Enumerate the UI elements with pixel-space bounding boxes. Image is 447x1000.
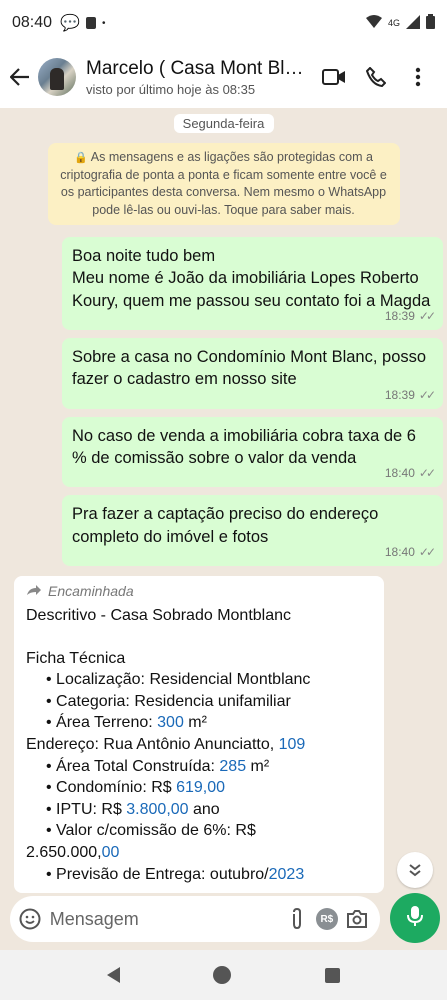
signal-icon bbox=[406, 14, 420, 32]
read-ticks-icon: ✓✓ bbox=[418, 466, 436, 481]
forwarded-text: Encaminhada bbox=[48, 583, 134, 600]
area-terreno-label: • Área Terreno: bbox=[46, 714, 158, 732]
message-time: 18:40 bbox=[384, 544, 415, 559]
read-ticks-icon: ✓✓ bbox=[418, 387, 436, 402]
message-composer: R$ bbox=[10, 896, 380, 942]
iptu-label: • IPTU: R$ bbox=[46, 800, 127, 818]
message-time: 18:39 bbox=[384, 387, 415, 402]
endereco-line: Endereço: Rua Antônio Anunciatto, 109 bbox=[26, 734, 374, 756]
outgoing-message[interactable]: Sobre a casa no Condomínio Mont Blanc, p… bbox=[62, 337, 443, 409]
categoria-line: • Categoria: Residencia unifamiliar bbox=[46, 692, 291, 710]
read-ticks-icon: ✓✓ bbox=[418, 308, 436, 323]
iptu-unit: ano bbox=[188, 800, 220, 818]
system-navigation-bar bbox=[0, 950, 447, 1000]
contact-name: Marcelo ( Casa Mont Bla... bbox=[86, 57, 306, 79]
previsao-line: • Previsão de Entrega: outubro/2023 bbox=[26, 864, 374, 886]
notification-icons: 💬 • bbox=[60, 13, 105, 33]
network-type: 4G bbox=[387, 18, 400, 28]
iptu-line: • IPTU: R$ 3.800,00 ano bbox=[26, 799, 374, 821]
voice-message-button[interactable] bbox=[390, 893, 440, 943]
outgoing-message[interactable]: Pra fazer a captação preciso do endereço… bbox=[62, 495, 443, 567]
area-construida-line: • Área Total Construída: 285 m² bbox=[26, 756, 374, 778]
forward-icon bbox=[26, 582, 42, 601]
chat-notification-icon: 💬 bbox=[60, 15, 80, 32]
status-bar: 08:40 💬 • 4G bbox=[0, 0, 447, 46]
listing-title: Descritivo - Casa Sobrado Montblanc bbox=[26, 607, 292, 625]
encryption-notice[interactable]: 🔒 As mensagens e as ligações são protegid… bbox=[47, 143, 400, 225]
wifi-icon bbox=[365, 15, 382, 31]
message-time: 18:39 bbox=[384, 308, 415, 323]
endereco-number[interactable]: 109 bbox=[279, 736, 306, 753]
previsao-year[interactable]: 2023 bbox=[269, 866, 305, 883]
attachment-clip-icon[interactable] bbox=[282, 908, 312, 930]
contact-info[interactable]: Marcelo ( Casa Mont Bla... visto por últ… bbox=[86, 58, 311, 97]
nav-back-icon[interactable] bbox=[106, 967, 120, 983]
condominio-line: • Condomínio: R$ 619,00 bbox=[26, 777, 374, 799]
message-time: 18:40 bbox=[384, 466, 415, 481]
condominio-label: • Condomínio: R$ bbox=[46, 779, 177, 797]
message-text: Pra fazer a captação preciso do endereço… bbox=[72, 505, 379, 546]
previsao-label: • Previsão de Entrega: outubro/ bbox=[46, 865, 269, 883]
area-terreno-unit: m² bbox=[183, 714, 207, 732]
emoji-icon[interactable] bbox=[18, 908, 42, 930]
nav-home-icon[interactable] bbox=[213, 966, 232, 984]
area-construida-label: • Área Total Construída: bbox=[46, 757, 220, 775]
microphone-icon bbox=[407, 905, 423, 932]
more-options-icon[interactable] bbox=[399, 67, 437, 87]
valor-label-line: • Valor c/comissão de 6%: R$ bbox=[46, 822, 256, 840]
outgoing-message[interactable]: Boa noite tudo bem Meu nome é João da im… bbox=[62, 237, 443, 330]
lock-icon: 🔒 bbox=[74, 152, 88, 164]
message-input[interactable] bbox=[49, 908, 282, 930]
area-construida-unit: m² bbox=[246, 757, 270, 775]
message-text: Sobre a casa no Condomínio Mont Blanc, p… bbox=[72, 347, 427, 389]
area-construida-value[interactable]: 285 bbox=[219, 758, 246, 775]
area-terreno-value[interactable]: 300 bbox=[157, 714, 184, 731]
day-separator: Segunda-feira bbox=[173, 114, 274, 133]
video-call-icon[interactable] bbox=[315, 68, 353, 86]
endereco-label: Endereço: Rua Antônio Anunciatto, bbox=[26, 736, 279, 753]
avatar[interactable] bbox=[38, 58, 76, 96]
condominio-value[interactable]: 619,00 bbox=[176, 779, 225, 796]
area-terreno-line: • Área Terreno: 300 m² bbox=[26, 712, 374, 734]
iptu-value[interactable]: 3.800,00 bbox=[126, 801, 188, 818]
scroll-to-bottom-button[interactable] bbox=[397, 852, 433, 888]
battery-icon bbox=[426, 14, 435, 32]
message-text: No caso de venda a imobiliária cobra tax… bbox=[72, 426, 416, 467]
incoming-message[interactable]: Encaminhada Descritivo - Casa Sobrado Mo… bbox=[14, 576, 384, 894]
back-arrow-icon[interactable] bbox=[9, 62, 34, 93]
currency-label: R$ bbox=[315, 908, 338, 930]
localizacao-line: • Localização: Residencial Montblanc bbox=[46, 671, 311, 689]
chat-area[interactable]: Segunda-feira 🔒 As mensagens e as ligaçõe… bbox=[0, 108, 447, 896]
read-ticks-icon: ✓✓ bbox=[418, 544, 436, 559]
phone-call-icon[interactable] bbox=[357, 67, 395, 87]
valor-amount: 2.650.000, bbox=[26, 843, 102, 861]
message-text: Boa noite tudo bem Meu nome é João da im… bbox=[72, 247, 431, 310]
valor-cents[interactable]: 00 bbox=[102, 844, 120, 861]
valor-line: 2.650.000,00 bbox=[26, 842, 374, 864]
camera-icon[interactable] bbox=[342, 910, 372, 928]
system-icons: 4G bbox=[365, 14, 435, 32]
forwarded-label: Encaminhada bbox=[26, 582, 374, 601]
encryption-notice-text: As mensagens e as ligações são protegida… bbox=[60, 150, 387, 217]
status-time: 08:40 bbox=[12, 14, 53, 31]
chat-header: Marcelo ( Casa Mont Bla... visto por últ… bbox=[0, 46, 447, 108]
dot-icon: • bbox=[101, 17, 106, 29]
ficha-heading: Ficha Técnica bbox=[26, 649, 126, 667]
nav-recents-icon[interactable] bbox=[325, 967, 341, 983]
outgoing-message[interactable]: No caso de venda a imobiliária cobra tax… bbox=[62, 416, 443, 488]
app-notification-icon bbox=[85, 17, 96, 29]
last-seen-status: visto por último hoje às 08:35 bbox=[86, 81, 256, 97]
payment-button[interactable]: R$ bbox=[312, 908, 342, 930]
